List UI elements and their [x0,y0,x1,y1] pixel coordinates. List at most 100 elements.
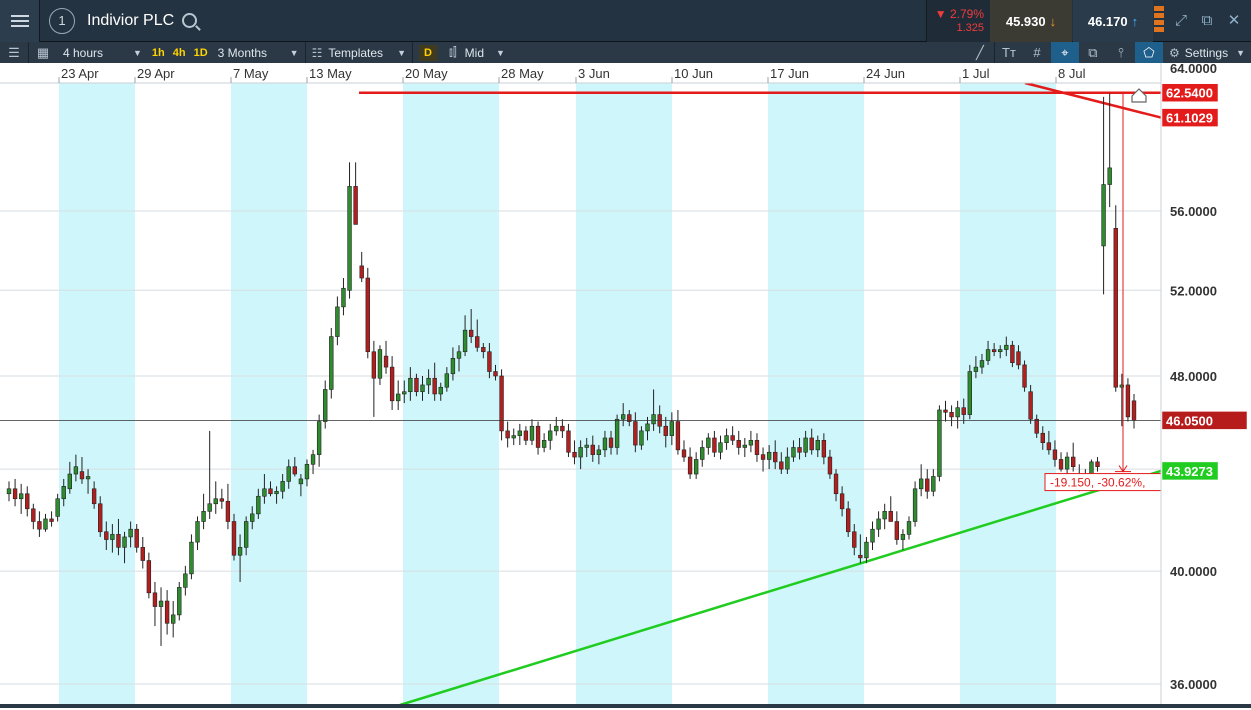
candle [548,423,553,450]
info-number-badge[interactable]: 1 [49,7,75,34]
interval-1h[interactable]: 1h [148,47,169,59]
candle-body [779,461,784,470]
candle-body [578,447,583,458]
candle [310,449,316,475]
d-button[interactable]: D [418,44,437,61]
candle [1101,96,1106,295]
candle-body [438,386,443,395]
candle [43,513,48,532]
chevron-down-icon: ▼ [289,47,299,58]
candle-body [213,498,218,505]
range-select[interactable]: 3 Months ▼ [212,42,305,63]
draw-line-icon[interactable]: ╱ [966,42,994,63]
sell-price-button[interactable]: 45.930 ↓ [990,0,1072,42]
buy-price-button[interactable]: 46.170 ↑ [1073,0,1153,42]
candle-body [6,488,12,495]
candle [1107,93,1112,208]
candle-body [663,425,668,436]
expand-icon[interactable]: ⤢ [1170,10,1192,32]
candle [183,565,188,596]
candle-body [37,521,42,530]
layout-icon[interactable]: ▦ [29,42,57,63]
candle-body [335,306,340,337]
price-tick-label: 48.0000 [1170,369,1217,384]
crosshair-icon[interactable]: ⌖ [1050,42,1079,63]
price-type-select[interactable]: ⫾⫿ Mid ▼ [443,42,511,63]
candlestick-chart[interactable]: -19.150, -30.62%, 23 Apr 29 Apr 7 May 13 Ma… [0,61,1251,710]
candle-body [718,442,723,453]
menu-icon[interactable] [0,0,40,42]
candle [894,511,900,545]
candle-body [201,511,206,522]
candle-body [687,456,693,475]
candle-body [189,541,194,575]
grid-icon[interactable]: # [1023,42,1051,63]
copy-icon[interactable]: ⧉ [1079,42,1107,63]
candle-body [912,488,918,522]
header-bar: 1 Indivior PLC ▼ 2.79% 1.325 45.930 ↓ 46… [0,0,1251,42]
text-tool-icon[interactable]: Tᴛ [995,42,1023,63]
candle-body [304,463,310,480]
candle-body [79,471,85,480]
candle-body [1028,391,1033,420]
candle-body [140,547,145,561]
price-change-panel: ▼ 2.79% 1.325 [926,0,990,42]
candle-body [286,466,291,482]
candle [341,278,346,316]
price-tick-label: 56.0000 [1170,204,1217,219]
popout-icon[interactable]: ⧉ [1196,10,1218,32]
candle-body [396,393,401,402]
candle [37,511,42,537]
candle [724,428,729,450]
settings-button[interactable]: ⚙ Settings ▼ [1163,42,1251,63]
candle-body [329,336,334,390]
candle [912,481,918,527]
date-tick-label: 29 Apr [137,66,175,81]
candle-body [1101,184,1106,247]
notes-icon[interactable]: ☰ [0,42,28,63]
candle-body [925,478,930,492]
price-tick-label: 40.0000 [1170,564,1217,579]
candle-body [985,349,991,361]
interval-value: 4 hours [63,45,104,60]
chart-toolbar: ☰ ▦ 4 hours ▼ 1h 4h 1D 3 Months ▼ ☷ Temp… [0,42,1251,63]
candle-body [541,440,547,448]
candle-body [706,437,711,448]
templates-select[interactable]: ☷ Templates ▼ [306,42,412,63]
candle [1058,452,1064,472]
candle-body [998,349,1003,353]
candle-body [991,349,997,353]
downtrend-price-tag: 61.1029 [1166,111,1213,126]
candle-body [128,528,133,538]
interval-select[interactable]: 4 hours ▼ [57,42,148,63]
price-type-value: Mid [464,45,485,60]
candle-body [754,440,760,455]
chevron-down-icon: ▼ [496,47,505,58]
candle [152,581,158,627]
date-tick-label: 28 May [501,66,544,81]
candle [712,430,717,458]
candle-body [408,377,413,393]
candle [371,340,377,417]
candle [888,496,893,522]
date-tick-label: 13 May [309,66,352,81]
candle [377,345,383,385]
interval-4h[interactable]: 4h [169,47,190,59]
candle-body [1052,449,1058,460]
candle [754,433,760,462]
candle-body [1058,459,1064,470]
candle-body [566,430,571,453]
search-icon[interactable] [182,13,198,28]
candle [541,433,547,453]
candle-body [773,451,778,463]
label-tool-icon[interactable]: ⬠ [1134,42,1163,63]
close-icon[interactable]: ✕ [1223,10,1245,32]
candle [329,328,334,399]
candle-body [104,531,109,540]
chart-area[interactable]: -19.150, -30.62%, 23 Apr 29 Apr 7 May 13 Ma… [0,61,1251,710]
candle-body [1046,442,1052,451]
indicator-icon[interactable]: ⫯ [1107,42,1135,63]
interval-1d[interactable]: 1D [190,47,212,59]
candle [1113,205,1118,392]
candle-body [493,371,498,377]
